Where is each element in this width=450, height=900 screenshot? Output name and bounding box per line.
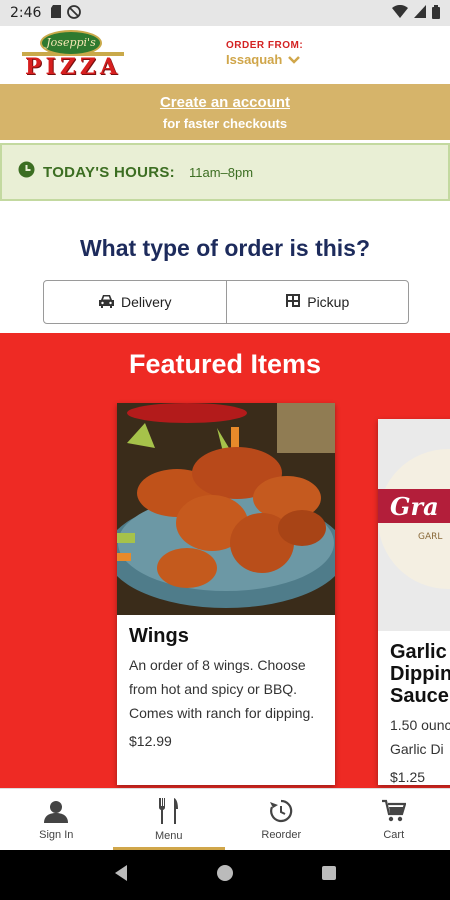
item-body: Wings An order of 8 wings. Choose from h… <box>117 615 335 759</box>
store-icon <box>285 293 301 311</box>
status-time: 2:46 <box>10 5 42 21</box>
cart-icon <box>381 799 407 826</box>
nav-sign-in-label: Sign In <box>39 828 74 841</box>
item-image <box>117 403 335 615</box>
nav-reorder-label: Reorder <box>261 828 302 841</box>
system-nav-bar <box>0 850 450 900</box>
item-price: $12.99 <box>129 733 172 749</box>
pickup-button[interactable]: Pickup <box>225 281 409 323</box>
car-icon <box>98 294 115 311</box>
item-description: An order of 8 wings. Choose from hot and… <box>129 657 315 721</box>
nav-menu-label: Menu <box>154 829 183 842</box>
reorder-icon <box>269 799 293 826</box>
location-value[interactable]: Issaquah <box>226 52 303 67</box>
order-from-label: ORDER FROM: <box>226 40 304 51</box>
featured-item-card[interactable]: Wings An order of 8 wings. Choose from h… <box>117 403 335 785</box>
item-price: $1.25 <box>390 769 426 785</box>
location-selector[interactable]: ORDER FROM: Issaquah <box>226 40 303 67</box>
account-banner: Create an account for faster checkouts <box>0 84 450 140</box>
item-image: Gra GARL <box>378 419 450 631</box>
nav-cart[interactable]: Cart <box>338 789 450 850</box>
chevron-down-icon <box>288 52 301 67</box>
hours-bar: TODAY'S HOURS: 11am–8pm <box>0 143 450 201</box>
battery-icon <box>432 4 440 22</box>
nav-menu[interactable]: Menu <box>112 789 226 850</box>
fork-knife-icon <box>158 797 180 827</box>
location-name: Issaquah <box>226 52 283 67</box>
delivery-label: Delivery <box>120 294 172 310</box>
item-name: Garlic Dipping Sauce <box>390 641 450 707</box>
status-bar: 2:46 <box>0 0 450 26</box>
item-description: 1.50 ounce Garlic Di <box>390 717 450 757</box>
wifi-icon <box>392 4 408 21</box>
logo-script: Joseppi's <box>40 30 102 56</box>
order-type-question: What type of order is this? <box>79 235 371 261</box>
home-icon[interactable] <box>216 864 234 887</box>
featured-title: Featured Items <box>128 349 322 379</box>
app-header: Joseppi's PIZZA ORDER FROM: Issaquah <box>0 26 450 84</box>
account-subtitle: for faster checkouts <box>162 116 288 131</box>
nav-sign-in[interactable]: Sign In <box>0 789 113 850</box>
hours-label: TODAY'S HOURS: <box>43 163 175 181</box>
signal-icon <box>414 5 426 21</box>
back-icon[interactable] <box>113 864 129 887</box>
clock-icon <box>18 161 35 183</box>
create-account-link[interactable]: Create an account <box>160 94 290 111</box>
nav-cart-label: Cart <box>383 828 405 841</box>
garlic-image-text: Gra <box>390 492 439 521</box>
recents-icon[interactable] <box>321 865 337 886</box>
order-type-toggle: Delivery Pickup <box>43 280 409 324</box>
item-body: Garlic Dipping Sauce 1.50 ounce Garlic D… <box>378 631 450 785</box>
nav-reorder[interactable]: Reorder <box>225 789 338 850</box>
item-name: Wings <box>129 625 189 647</box>
featured-item-card[interactable]: Gra GARL Garlic Dipping Sauce 1.50 ounce… <box>378 419 450 785</box>
delivery-button[interactable]: Delivery <box>44 281 226 323</box>
featured-section: Featured Items Wings An order of 8 wings… <box>0 333 450 788</box>
bottom-nav: Sign In Menu Reorder Cart <box>0 788 450 850</box>
person-icon <box>44 799 69 826</box>
hours-value: 11am–8pm <box>188 164 254 180</box>
brand-logo: Joseppi's PIZZA <box>14 30 132 82</box>
sd-card-icon <box>51 5 62 21</box>
garlic-image-subtext: GARL <box>418 532 442 542</box>
logo-word: PIZZA <box>24 54 122 80</box>
pickup-label: Pickup <box>307 294 350 310</box>
no-data-icon <box>67 4 82 22</box>
